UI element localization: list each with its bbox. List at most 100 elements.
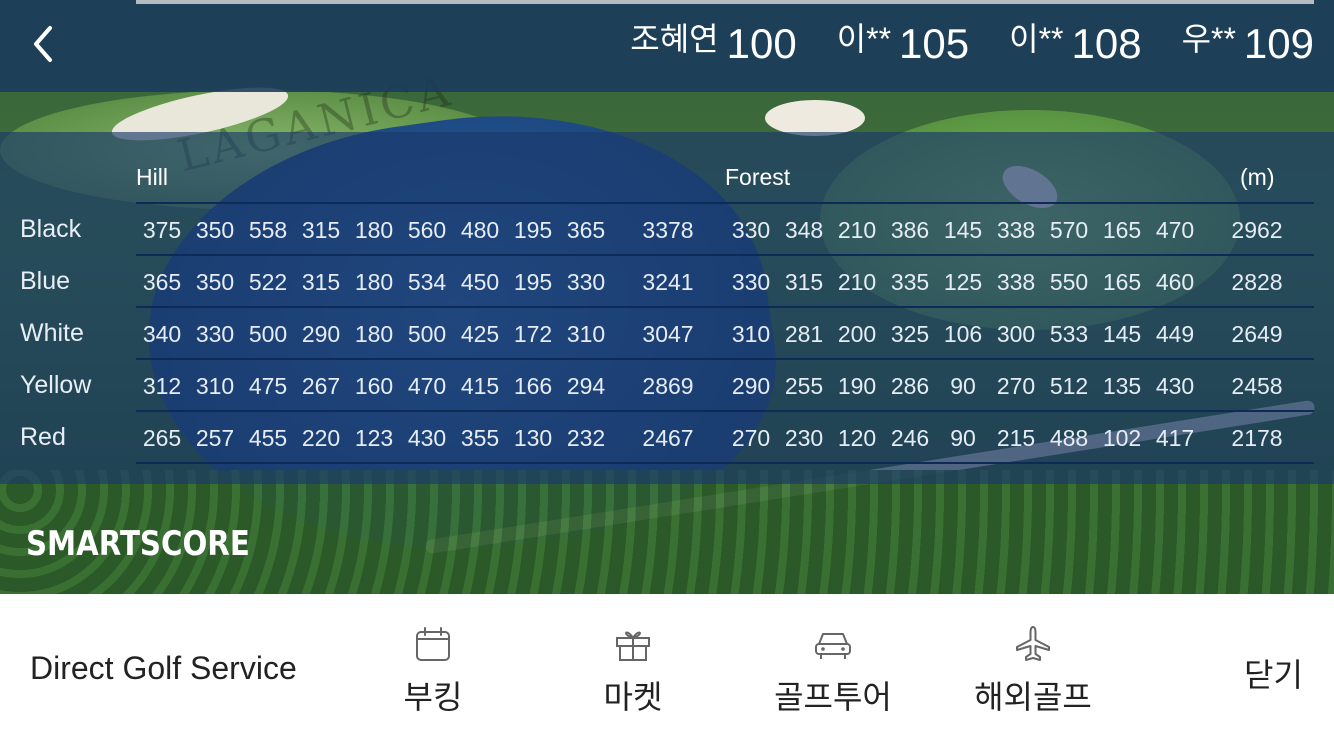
distance-cell: 522 xyxy=(248,269,288,295)
distance-cell: 2828 xyxy=(1231,269,1283,295)
distance-cell: 3047 xyxy=(642,321,694,347)
airplane-icon xyxy=(1016,626,1050,661)
distance-cell: 3378 xyxy=(642,217,694,243)
distance-cell: 300 xyxy=(996,321,1036,347)
distance-cell: 425 xyxy=(460,321,500,347)
distance-cell: 90 xyxy=(950,373,976,399)
distance-cell: 449 xyxy=(1155,321,1195,347)
distance-cell: 430 xyxy=(407,425,447,451)
distance-cell: 265 xyxy=(142,425,182,451)
player-score: 이** 105 xyxy=(837,20,969,68)
player-score: 조혜연 100 xyxy=(630,20,796,68)
distance-cell: 386 xyxy=(890,217,930,243)
distance-cell: 534 xyxy=(407,269,447,295)
distance-cell: 475 xyxy=(248,373,288,399)
distance-cell: 220 xyxy=(301,425,341,451)
distance-cell: 270 xyxy=(996,373,1036,399)
distance-cell: 488 xyxy=(1049,425,1089,451)
distance-cell: 230 xyxy=(784,425,824,451)
distance-cell: 512 xyxy=(1049,373,1089,399)
distance-cell: 165 xyxy=(1102,269,1142,295)
course-distance-table: Hill Forest (m) Black 375 350 558 315 180 560 4… xyxy=(0,132,1334,484)
distance-cell: 312 xyxy=(142,373,182,399)
distance-cell: 480 xyxy=(460,217,500,243)
overseas-golf-button[interactable]: 해외골프 xyxy=(958,624,1108,718)
distance-cell: 160 xyxy=(354,373,394,399)
distance-cell: 195 xyxy=(513,217,553,243)
chevron-left-icon xyxy=(34,26,52,62)
tee-label: Yellow xyxy=(20,371,92,399)
close-button[interactable]: 닫기 xyxy=(1244,650,1303,696)
distance-cell: 130 xyxy=(513,425,553,451)
player-name: 이** xyxy=(836,21,892,57)
back-button[interactable] xyxy=(26,22,66,66)
distance-cell: 180 xyxy=(354,217,394,243)
unit-label: (m) xyxy=(1240,164,1275,190)
distance-cell: 145 xyxy=(1102,321,1142,347)
distance-cell: 246 xyxy=(890,425,930,451)
distance-cell: 172 xyxy=(513,321,553,347)
distance-cell: 325 xyxy=(890,321,930,347)
section-label-hill: Hill xyxy=(136,164,168,190)
row-divider xyxy=(136,410,1314,412)
distance-cell: 2458 xyxy=(1231,373,1283,399)
distance-cell: 430 xyxy=(1155,373,1195,399)
distance-cell: 340 xyxy=(142,321,182,347)
row-divider xyxy=(136,358,1314,360)
distance-cell: 338 xyxy=(996,269,1036,295)
distance-cell: 455 xyxy=(248,425,288,451)
player-name: 우** xyxy=(1181,21,1236,57)
market-label: 마켓 xyxy=(603,679,663,715)
distance-cell: 232 xyxy=(566,425,606,451)
distance-cell: 135 xyxy=(1102,373,1142,399)
player-name: 조혜연 xyxy=(630,21,719,57)
distance-cell: 286 xyxy=(890,373,930,399)
distance-cell: 415 xyxy=(460,373,500,399)
service-bar: Direct Golf Service 부킹 마켓 골프투어 해외골프 닫기 xyxy=(0,594,1334,750)
golf-tour-label: 골프투어 xyxy=(774,679,892,715)
row-divider xyxy=(136,462,1314,464)
distance-cell: 190 xyxy=(837,373,877,399)
distance-cell: 350 xyxy=(195,269,235,295)
distance-cell: 210 xyxy=(837,217,877,243)
distance-cell: 120 xyxy=(837,425,877,451)
tee-label: Blue xyxy=(20,267,71,295)
gift-icon xyxy=(616,631,650,661)
distance-cell: 90 xyxy=(950,425,976,451)
booking-button[interactable]: 부킹 xyxy=(358,624,508,718)
player-total: 105 xyxy=(899,20,970,67)
distance-cell: 166 xyxy=(513,373,553,399)
player-total: 109 xyxy=(1243,20,1314,67)
distance-cell: 255 xyxy=(784,373,824,399)
player-score: 이** 108 xyxy=(1009,20,1141,68)
distance-cell: 417 xyxy=(1155,425,1195,451)
distance-cell: 3241 xyxy=(642,269,694,295)
player-scores: 조혜연 100 이** 105 이** 108 우** 109 xyxy=(630,20,1314,68)
distance-cell: 315 xyxy=(301,217,341,243)
distance-cell: 145 xyxy=(943,217,983,243)
distance-cell: 195 xyxy=(513,269,553,295)
distance-cell: 102 xyxy=(1102,425,1142,451)
golf-tour-button[interactable]: 골프투어 xyxy=(758,624,908,718)
distance-cell: 2178 xyxy=(1231,425,1283,451)
distance-cell: 315 xyxy=(784,269,824,295)
distance-cell: 165 xyxy=(1102,217,1142,243)
distance-cell: 348 xyxy=(784,217,824,243)
calendar-icon xyxy=(416,627,450,661)
tee-label: Red xyxy=(20,423,66,451)
distance-cell: 2649 xyxy=(1231,321,1283,347)
distance-cell: 123 xyxy=(354,425,394,451)
distance-cell: 180 xyxy=(354,321,394,347)
distance-cell: 460 xyxy=(1155,269,1195,295)
distance-cell: 375 xyxy=(142,217,182,243)
distance-cell: 281 xyxy=(784,321,824,347)
distance-cell: 270 xyxy=(731,425,771,451)
distance-cell: 500 xyxy=(248,321,288,347)
distance-cell: 125 xyxy=(943,269,983,295)
overseas-golf-label: 해외골프 xyxy=(974,679,1092,715)
distance-cell: 330 xyxy=(195,321,235,347)
market-button[interactable]: 마켓 xyxy=(558,624,708,718)
booking-label: 부킹 xyxy=(403,679,463,715)
distance-cell: 450 xyxy=(460,269,500,295)
section-label-forest: Forest xyxy=(725,164,791,190)
